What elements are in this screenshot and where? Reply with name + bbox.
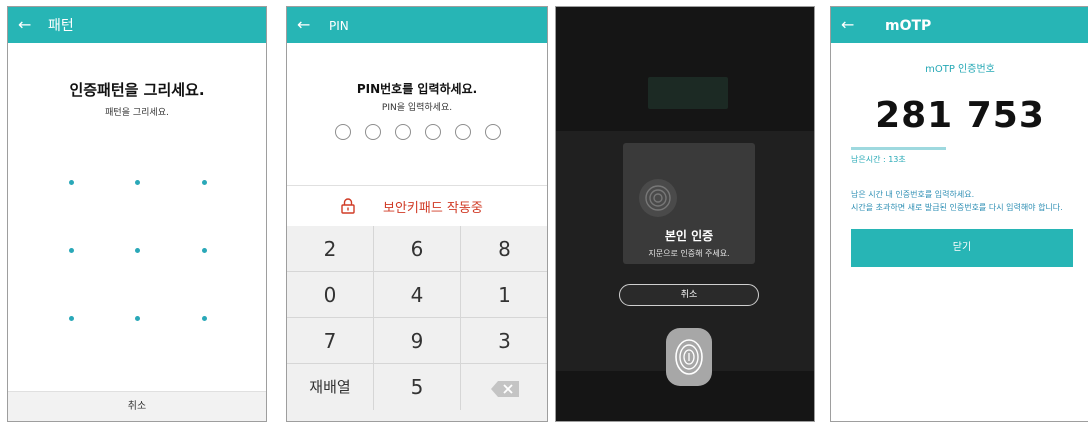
pin-digit-circle (425, 124, 441, 140)
info-message-timeout: 시간을 초과하면 새로 발급된 인증번호를 다시 입력해야 합니다. (851, 203, 1063, 212)
pin-heading: PIN번호를 입력하세요. (356, 82, 478, 96)
pattern-dot[interactable] (202, 180, 207, 185)
secure-keypad-banner: 보안키패드 작동중 (287, 185, 547, 225)
pin-indicator (335, 124, 505, 144)
key-5[interactable]: 5 (374, 364, 461, 410)
screen-title: PIN (329, 19, 349, 33)
fingerprint-icon (639, 179, 677, 217)
dialog-title: 본인 인증 (664, 229, 714, 243)
pattern-dot[interactable] (202, 316, 207, 321)
pattern-heading: 인증패턴을 그리세요. (69, 81, 205, 99)
info-message: 남은 시간 내 인증번호를 입력하세요. (851, 190, 975, 199)
pattern-subheading: 패턴을 그리세요. (105, 108, 169, 118)
back-arrow-icon[interactable]: ← (841, 15, 854, 35)
lock-icon (341, 198, 355, 214)
key-8[interactable]: 8 (461, 226, 547, 272)
pattern-dot[interactable] (135, 316, 140, 321)
auth-dialog: 본인 인증 지문으로 인증해 주세요. (623, 143, 755, 264)
dialog-message: 지문으로 인증해 주세요. (648, 249, 730, 258)
pin-digit-circle (365, 124, 381, 140)
app-bar: ← 패턴 (8, 7, 266, 43)
pin-digit-circle (395, 124, 411, 140)
motp-screen: ← mOTP mOTP 인증번호 281 753 남은시간 : 13초 남은 시… (830, 6, 1088, 422)
otp-code: 281 753 (875, 95, 1045, 136)
fingerprint-sensor-button[interactable] (666, 328, 712, 386)
key-9[interactable]: 9 (374, 318, 461, 364)
key-6[interactable]: 6 (374, 226, 461, 272)
key-1[interactable]: 1 (461, 272, 547, 318)
pattern-dot[interactable] (202, 248, 207, 253)
pattern-screen: ← 패턴 인증패턴을 그리세요. 패턴을 그리세요. 취소 (7, 6, 267, 422)
pattern-dot[interactable] (69, 316, 74, 321)
shuffle-key[interactable]: 재배열 (287, 364, 374, 410)
key-2[interactable]: 2 (287, 226, 374, 272)
cancel-button[interactable]: 취소 (8, 391, 266, 421)
pin-digit-circle (335, 124, 351, 140)
pin-screen: ← PIN PIN번호를 입력하세요. PIN을 입력하세요. 보안키패드 작동… (286, 6, 548, 422)
number-keypad: 2 6 8 0 4 1 7 9 3 재배열 5 (287, 226, 547, 421)
secure-keypad-label: 보안키패드 작동중 (383, 201, 483, 216)
backspace-icon (490, 380, 519, 397)
fingerprint-icon (675, 339, 703, 375)
pattern-dot[interactable] (69, 248, 74, 253)
pattern-dot[interactable] (69, 180, 74, 185)
otp-heading: mOTP 인증번호 (925, 64, 995, 75)
key-3[interactable]: 3 (461, 318, 547, 364)
pin-digit-circle (455, 124, 471, 140)
back-arrow-icon[interactable]: ← (18, 15, 31, 35)
screen-title: mOTP (885, 18, 932, 34)
pattern-dot[interactable] (135, 180, 140, 185)
key-7[interactable]: 7 (287, 318, 374, 364)
remaining-time-bar (851, 147, 946, 150)
back-arrow-icon[interactable]: ← (297, 15, 310, 35)
key-0[interactable]: 0 (287, 272, 374, 318)
pin-subheading: PIN을 입력하세요. (381, 103, 453, 113)
screen-title: 패턴 (48, 18, 74, 34)
close-button[interactable]: 닫기 (851, 229, 1073, 267)
backspace-key[interactable] (461, 364, 547, 410)
app-bar: ← PIN (287, 7, 547, 43)
dimmed-background-button (648, 77, 728, 109)
pin-digit-circle (485, 124, 501, 140)
app-bar: ← mOTP (831, 7, 1088, 43)
cancel-button[interactable]: 취소 (619, 284, 759, 306)
fingerprint-screen: 본인 인증 지문으로 인증해 주세요. 취소 (555, 6, 815, 422)
key-4[interactable]: 4 (374, 272, 461, 318)
pattern-dot[interactable] (135, 248, 140, 253)
remaining-time-label: 남은시간 : 13초 (851, 155, 906, 164)
